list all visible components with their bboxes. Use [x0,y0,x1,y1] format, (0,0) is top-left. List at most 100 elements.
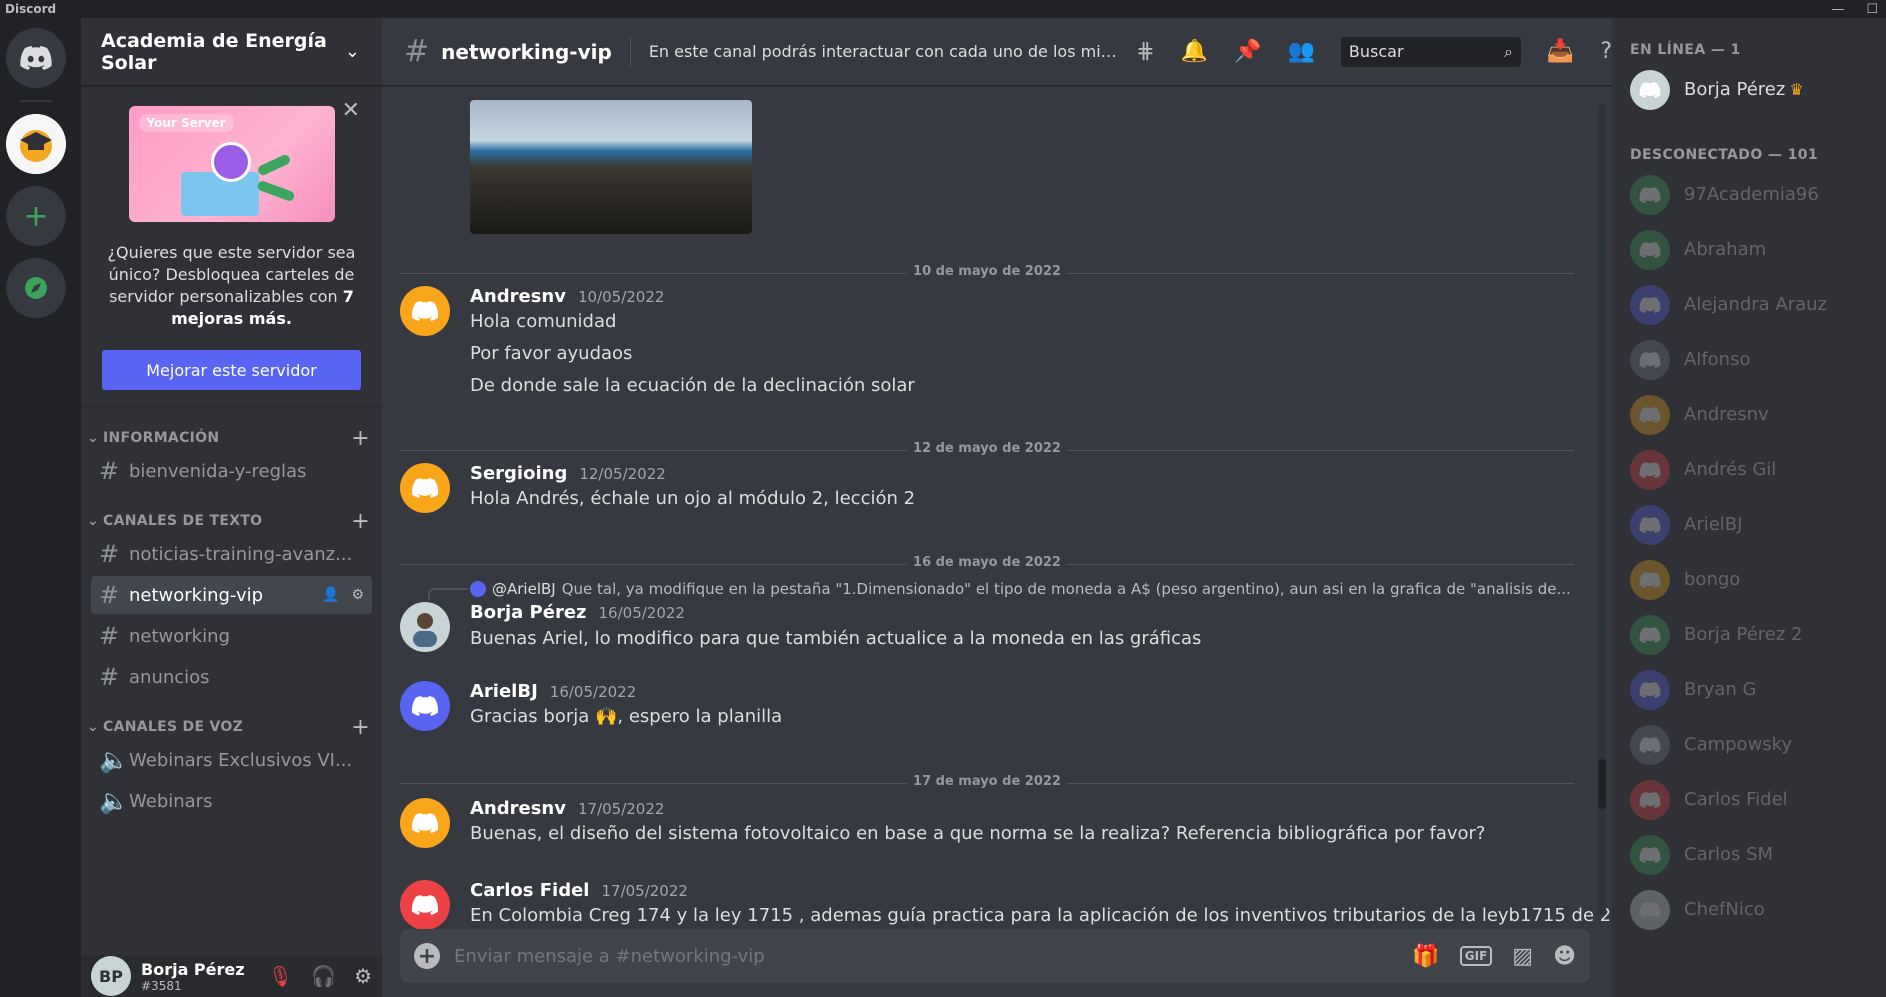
channel-item[interactable]: # networking-vip 👤 ⚙ [91,576,372,614]
message: @ArielBJ Que tal, ya modifique en la pes… [400,580,1590,670]
member-name: Andrés Gil [1684,459,1777,480]
scrollbar-thumb[interactable] [1598,759,1606,809]
boost-server-button[interactable]: Mejorar este servidor [102,350,361,390]
user-tag: #3581 [141,978,182,993]
member-name: ChefNico [1684,899,1765,920]
server-icon-academia[interactable] [6,114,66,174]
crown-icon: ♛ [1789,80,1804,99]
avatar[interactable] [400,798,450,848]
pin-icon[interactable]: 📌 [1234,39,1261,64]
member-item[interactable]: Borja Pérez 2 [1630,607,1886,662]
search-input[interactable]: Buscar ⌕ [1340,36,1521,67]
gif-icon[interactable]: GIF [1459,946,1493,966]
channel-topic[interactable]: En este canal podrás interactuar con cad… [649,42,1122,61]
deafen-headphones-icon[interactable]: 🎧 [311,964,336,988]
channel-item[interactable]: 🔈 Webinars [91,782,372,820]
avatar[interactable] [400,880,450,929]
close-icon[interactable]: ✕ [342,98,360,123]
invite-icon[interactable]: 👤 [322,587,339,603]
message-author[interactable]: Borja Pérez [470,602,587,623]
maximize-icon[interactable]: ☐ [1866,2,1878,17]
message-text: De donde sale la ecuación de la declinac… [470,375,915,396]
minimize-icon[interactable]: — [1831,2,1844,17]
chevron-down-icon: ⌄ [87,430,100,446]
add-server-icon[interactable]: + [6,186,66,246]
member-item[interactable]: Andresnv [1630,387,1886,442]
server-header[interactable]: Academia de Energía Solar ⌄ [81,18,382,86]
promo-illustration: Your Server [128,106,335,222]
hash-icon: # [99,457,120,485]
hash-icon: # [99,540,120,568]
gear-icon[interactable]: ⚙ [351,587,364,603]
sticker-icon[interactable]: ▨ [1512,944,1533,969]
message-author[interactable]: Sergioing [470,463,567,484]
member-item[interactable]: ChefNico [1630,882,1886,937]
channel-item[interactable]: # networking [91,617,372,655]
threads-icon[interactable]: ⋕ [1136,39,1154,64]
message-timestamp: 16/05/2022 [549,683,637,701]
message-timestamp: 17/05/2022 [601,882,688,900]
avatar[interactable] [400,602,450,652]
image-attachment[interactable] [470,100,752,234]
avatar [1630,394,1670,435]
member-item[interactable]: Campowsky [1630,717,1886,772]
gift-icon[interactable]: 🎁 [1412,944,1439,969]
member-name: Borja Pérez 2 [1684,624,1803,645]
avatar[interactable] [400,681,450,731]
avatar [1630,504,1670,545]
message-text: Hola comunidad [470,311,617,332]
member-item[interactable]: Bryan G [1630,662,1886,717]
message: Andresnv 10/05/2022 Hola comunidad Por f… [400,286,1590,396]
message-author[interactable]: Carlos Fidel [470,880,589,901]
member-item[interactable]: Alfonso [1630,332,1886,387]
member-item[interactable]: Andrés Gil [1630,442,1886,497]
avatar [1630,284,1670,325]
avatar[interactable] [400,463,450,513]
channel-name: networking [129,625,230,647]
add-channel-icon[interactable]: + [351,509,370,534]
help-icon[interactable]: ? [1600,39,1612,64]
gear-icon[interactable]: ⚙ [354,964,372,988]
channel-item[interactable]: # bienvenida-y-reglas [91,452,372,490]
member-item[interactable]: ArielBJ [1630,497,1886,552]
message: Carlos Fidel 17/05/2022 En Colombia Creg… [400,880,1612,929]
channel-item[interactable]: 🔈 Webinars Exclusivos VI... [91,741,372,779]
message-author[interactable]: Andresnv [470,798,566,819]
channel-item[interactable]: # anuncios [91,658,372,696]
channel-category[interactable]: ⌄ CANALES DE TEXTO + [81,509,382,534]
reply-reference[interactable]: @ArielBJ Que tal, ya modifique en la pes… [470,580,1571,598]
add-attachment-icon[interactable]: + [414,943,440,969]
explore-servers-icon[interactable] [6,258,66,318]
message-author[interactable]: ArielBJ [470,681,538,702]
member-item[interactable]: Abraham [1630,222,1886,277]
message-timestamp: 12/05/2022 [579,465,666,483]
promo-text: ¿Quieres que este servidor sea único? De… [107,243,356,328]
channel-category[interactable]: ⌄ CANALES DE VOZ + [81,715,382,740]
member-item[interactable]: 97Academia96 [1630,167,1886,222]
emoji-icon[interactable]: ☻ [1553,944,1576,969]
mute-microphone-icon[interactable]: 🎙 [268,964,293,988]
bell-icon[interactable]: 🔔 [1181,39,1208,64]
message-text: Por favor ayudaos [470,343,633,364]
message-input[interactable] [454,945,1399,967]
member-item[interactable]: Borja Pérez ♛ [1630,62,1886,117]
channel-category[interactable]: ⌄ INFORMACIÓN + [81,426,382,451]
add-channel-icon[interactable]: + [351,426,370,451]
member-name: 97Academia96 [1684,184,1819,205]
member-item[interactable]: Carlos SM [1630,827,1886,882]
message-author[interactable]: Andresnv [470,286,566,307]
avatar[interactable] [400,286,450,336]
member-item[interactable]: bongo [1630,552,1886,607]
member-item[interactable]: Alejandra Arauz [1630,277,1886,332]
avatar[interactable]: BP [91,956,131,996]
channel-item[interactable]: # noticias-training-avanz... [91,535,372,573]
member-list-icon[interactable]: 👥 [1288,39,1315,64]
chevron-down-icon: ⌄ [87,719,100,735]
user-panel: BP Borja Pérez #3581 🎙 🎧 ⚙ [81,955,382,997]
member-name: Alfonso [1684,349,1751,370]
add-channel-icon[interactable]: + [351,715,370,740]
inbox-icon[interactable]: 📥 [1547,39,1574,64]
scrollbar[interactable] [1598,104,1606,914]
discord-home-icon[interactable] [6,28,66,88]
member-item[interactable]: Carlos Fidel [1630,772,1886,827]
